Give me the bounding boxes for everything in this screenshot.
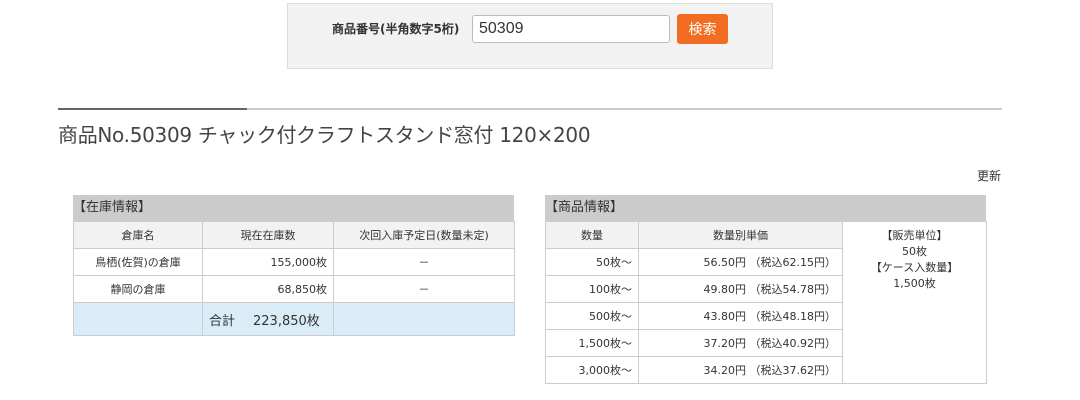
unit-price: 37.20円 （税込40.92円） — [638, 329, 843, 357]
total-label: 合計 — [209, 313, 236, 329]
warehouse-name: 鳥栖(佐賀)の倉庫 — [73, 248, 203, 276]
case-qty-label: 【ケース入数量】 — [870, 261, 959, 274]
table-row: 鳥栖(佐賀)の倉庫 155,000枚 － — [73, 248, 515, 276]
inventory-heading: 【在庫情報】 — [73, 195, 514, 221]
quantity: 1,500枚～ — [545, 329, 639, 357]
column-header: 現在在庫数 — [202, 221, 334, 249]
total-value: 223,850枚 — [253, 313, 320, 329]
unit-price: 43.80円 （税込48.18円） — [638, 302, 843, 330]
page-title: 商品No.50309 チャック付クラフトスタンド窓付 120×200 — [58, 123, 591, 147]
column-header: 数量 — [545, 221, 639, 249]
quantity: 50枚～ — [545, 248, 639, 276]
sales-unit-label: 【販売単位】 — [881, 229, 948, 242]
inventory-total-row: 合計 223,850枚 — [73, 302, 515, 336]
table-row: 静岡の倉庫 68,850枚 － — [73, 275, 515, 303]
stock-count: 68,850枚 — [202, 275, 334, 303]
search-panel: 商品番号(半角数字5桁) 検索 — [287, 3, 773, 69]
title-divider-accent — [58, 108, 247, 110]
next-arrival: － — [333, 275, 515, 303]
column-header: 次回入庫予定日(数量未定) — [333, 221, 515, 249]
next-arrival: － — [333, 248, 515, 276]
product-info-heading: 【商品情報】 — [545, 195, 986, 221]
sales-unit-value: 50枚 — [902, 245, 927, 258]
product-number-input[interactable] — [472, 15, 670, 43]
search-button[interactable]: 検索 — [677, 14, 728, 44]
unit-price: 56.50円 （税込62.15円） — [638, 248, 843, 276]
update-link[interactable]: 更新 — [977, 167, 1001, 184]
total-spacer — [73, 302, 203, 336]
search-label: 商品番号(半角数字5桁) — [332, 22, 460, 36]
unit-price: 49.80円 （税込54.78円） — [638, 275, 843, 303]
column-header: 数量別単価 — [638, 221, 843, 249]
quantity: 100枚～ — [545, 275, 639, 303]
warehouse-name: 静岡の倉庫 — [73, 275, 203, 303]
column-header: 倉庫名 — [73, 221, 203, 249]
total-spacer — [333, 302, 515, 336]
total-cell: 合計 223,850枚 — [202, 302, 334, 336]
sales-unit-cell: 【販売単位】 50枚 【ケース入数量】 1,500枚 — [842, 221, 987, 384]
price-header-row: 数量 数量別単価 【販売単位】 50枚 【ケース入数量】 1,500枚 — [545, 221, 987, 384]
stock-count: 155,000枚 — [202, 248, 334, 276]
quantity: 500枚～ — [545, 302, 639, 330]
quantity: 3,000枚～ — [545, 356, 639, 384]
case-qty-value: 1,500枚 — [893, 277, 936, 290]
inventory-header-row: 倉庫名 現在在庫数 次回入庫予定日(数量未定) — [73, 221, 515, 249]
price-table: 数量 数量別単価 【販売単位】 50枚 【ケース入数量】 1,500枚 50枚～… — [545, 221, 987, 384]
inventory-table: 倉庫名 現在在庫数 次回入庫予定日(数量未定) 鳥栖(佐賀)の倉庫 155,00… — [73, 221, 515, 336]
unit-price: 34.20円 （税込37.62円） — [638, 356, 843, 384]
